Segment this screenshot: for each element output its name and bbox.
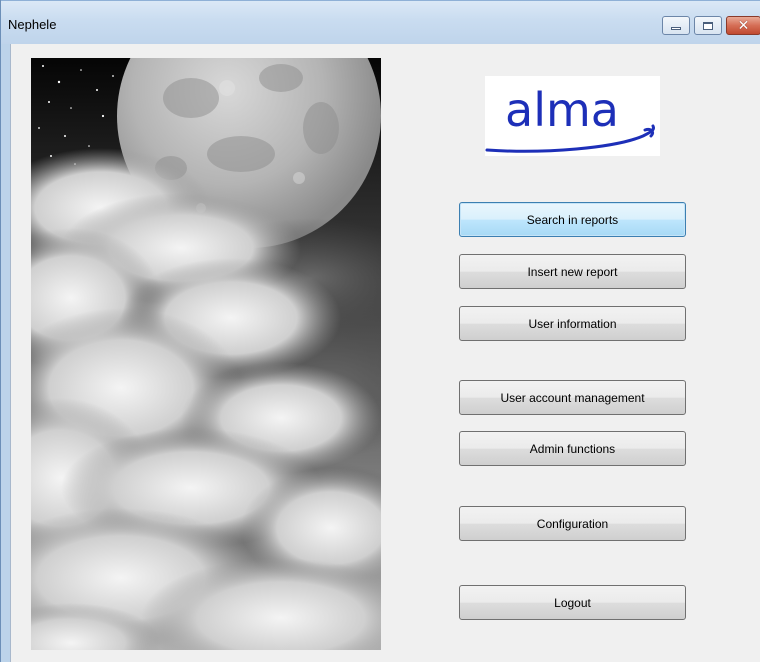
logo-text: alma	[505, 83, 619, 137]
user-information-label: User information	[528, 316, 617, 331]
maximize-icon	[703, 21, 713, 30]
logout-label: Logout	[554, 595, 591, 610]
logout-button[interactable]: Logout	[459, 585, 686, 620]
alma-logo: alma	[485, 76, 660, 156]
window-controls: ✕	[662, 16, 760, 35]
admin-functions-label: Admin functions	[529, 441, 616, 456]
search-reports-label: Search in reports	[526, 212, 619, 227]
admin-functions-button[interactable]: Admin functions	[459, 431, 686, 466]
configuration-label: Configuration	[536, 516, 609, 531]
close-button[interactable]: ✕	[726, 16, 760, 35]
close-icon: ✕	[737, 17, 750, 34]
search-reports-button[interactable]: Search in reports	[459, 202, 686, 237]
main-panel: alma Search in reports Insert new report…	[10, 44, 760, 662]
minimize-button[interactable]	[662, 16, 690, 35]
maximize-button[interactable]	[694, 16, 722, 35]
configuration-button[interactable]: Configuration	[459, 506, 686, 541]
user-information-button[interactable]: User information	[459, 306, 686, 341]
insert-report-label: Insert new report	[527, 264, 618, 279]
app-window: Nephele ✕ alma Search in reports Insert …	[0, 0, 760, 662]
user-account-management-button[interactable]: User account management	[459, 380, 686, 415]
minimize-icon	[671, 27, 681, 30]
user-account-management-label: User account management	[500, 390, 645, 405]
window-title: Nephele	[8, 17, 57, 32]
moon-clouds-image	[31, 58, 381, 650]
insert-report-button[interactable]: Insert new report	[459, 254, 686, 289]
title-bar[interactable]: Nephele ✕	[1, 0, 760, 44]
